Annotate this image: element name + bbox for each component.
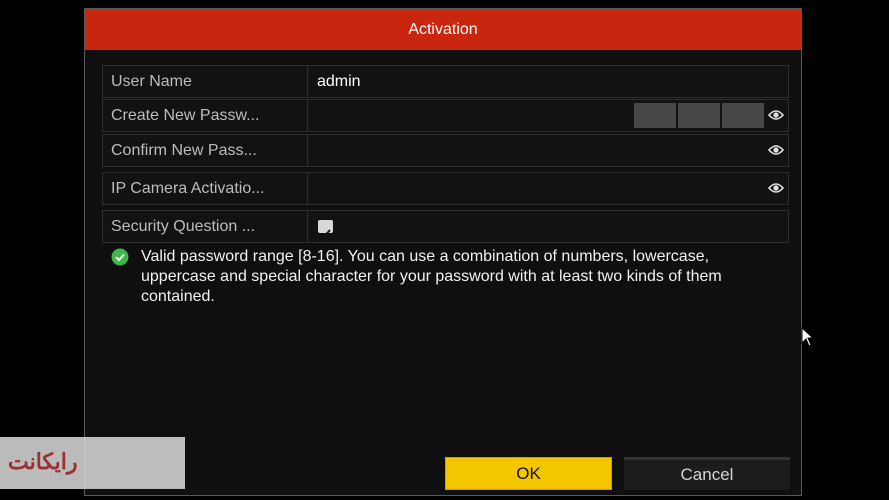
create-password-label: Create New Passw... <box>103 100 308 131</box>
user-name-row: User Name admin <box>102 65 789 98</box>
confirm-password-label: Confirm New Pass... <box>103 135 308 166</box>
confirm-password-field[interactable] <box>308 135 788 166</box>
security-question-checkbox[interactable] <box>318 220 333 238</box>
password-strength-meter <box>634 103 764 128</box>
checkbox-check-icon <box>320 229 331 238</box>
password-hint: Valid password range [8-16]. You can use… <box>111 247 791 307</box>
watermark-logo: رایکانت <box>0 437 185 489</box>
strength-segment <box>634 103 676 128</box>
ip-camera-activation-label: IP Camera Activatio... <box>103 173 308 204</box>
create-password-row: Create New Passw... <box>102 99 789 132</box>
user-name-label: User Name <box>103 66 308 97</box>
ip-camera-activation-row: IP Camera Activatio... <box>102 172 789 205</box>
mouse-cursor-icon <box>801 327 815 347</box>
cancel-button[interactable]: Cancel <box>624 457 790 490</box>
ok-button[interactable]: OK <box>445 457 612 490</box>
watermark-text: رایکانت <box>8 449 78 474</box>
user-name-field[interactable]: admin <box>308 66 788 97</box>
security-question-field <box>308 211 788 242</box>
eye-icon[interactable] <box>768 109 784 121</box>
eye-icon[interactable] <box>768 144 784 156</box>
security-question-row: Security Question ... <box>102 210 789 243</box>
strength-segment <box>678 103 720 128</box>
security-question-label: Security Question ... <box>103 211 308 242</box>
password-hint-text: Valid password range [8-16]. You can use… <box>141 248 722 305</box>
strength-segment <box>722 103 764 128</box>
dialog-title: Activation <box>85 9 801 50</box>
activation-dialog: Activation User Name admin Create New Pa… <box>84 8 802 496</box>
create-password-field[interactable] <box>308 100 788 131</box>
check-circle-icon <box>111 248 129 266</box>
ip-camera-activation-field[interactable] <box>308 173 788 204</box>
eye-icon[interactable] <box>768 182 784 194</box>
confirm-password-row: Confirm New Pass... <box>102 134 789 167</box>
